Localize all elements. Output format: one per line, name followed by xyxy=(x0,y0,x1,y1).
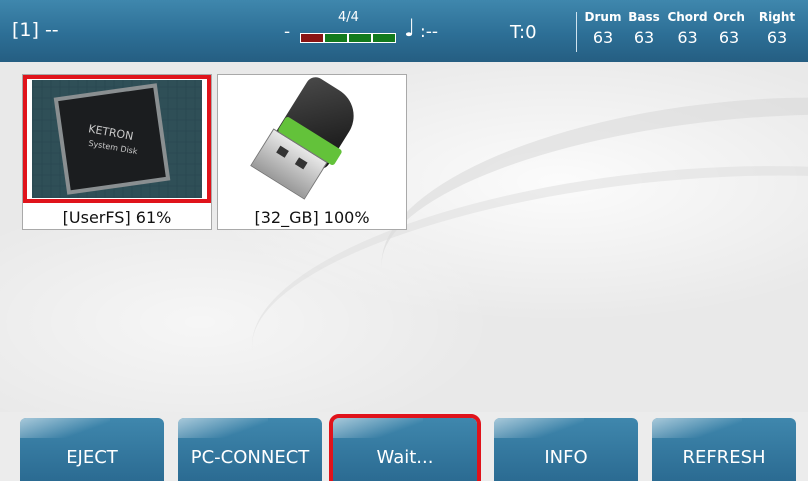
channel-name: Right xyxy=(758,10,796,24)
button-label: PC-CONNECT xyxy=(190,447,310,468)
eject-button[interactable]: EJECT xyxy=(20,418,164,481)
channel-right: Right 63 xyxy=(748,10,806,47)
beat-1 xyxy=(301,34,323,42)
channel-value: 63 xyxy=(766,28,788,47)
button-label: INFO xyxy=(544,447,588,468)
slot-label: [1] -- xyxy=(12,19,59,41)
usb-drive-icon xyxy=(227,75,397,200)
button-label: Wait... xyxy=(376,447,434,468)
channel-drum: Drum 63 xyxy=(583,10,623,47)
drive-tile-32gb[interactable]: [32_GB] 100% xyxy=(217,74,407,230)
drive-tile-userfs[interactable]: KETRON System Disk [UserFS] 61% xyxy=(22,74,212,230)
channel-orch: Orch 63 xyxy=(710,10,748,47)
channel-name: Bass xyxy=(628,10,660,24)
channel-name: Orch xyxy=(713,10,745,24)
channel-value: 63 xyxy=(592,28,614,47)
button-label: EJECT xyxy=(66,447,118,468)
channel-value: 63 xyxy=(677,28,698,47)
dash-indicator: - xyxy=(284,22,291,42)
time-signature: 4/4 xyxy=(338,10,359,25)
button-label: REFRESH xyxy=(682,447,766,468)
channel-volumes: Drum 63 Bass 63 Chord 63 Orch 63 Right 6… xyxy=(583,10,806,47)
channel-chord: Chord 63 xyxy=(665,10,710,47)
chip-icon: KETRON System Disk xyxy=(58,87,166,191)
channel-bass: Bass 63 xyxy=(623,10,665,47)
beat-2 xyxy=(325,34,347,42)
tempo-value: :-- xyxy=(420,22,438,42)
system-disk-chip-image: KETRON System Disk xyxy=(23,75,211,203)
channel-name: Chord xyxy=(667,10,708,24)
circuit-board-image: KETRON System Disk xyxy=(32,80,202,198)
drive-label: [32_GB] 100% xyxy=(254,208,370,227)
usb-flash-drive-image xyxy=(218,75,406,203)
beat-3 xyxy=(349,34,371,42)
info-button[interactable]: INFO xyxy=(494,418,638,481)
beat-4 xyxy=(373,34,395,42)
quarter-note-icon: ♩ xyxy=(404,14,416,42)
channel-name: Drum xyxy=(584,10,622,24)
pc-connect-button[interactable]: PC-CONNECT xyxy=(178,418,322,481)
channel-value: 63 xyxy=(633,28,655,47)
drive-label: [UserFS] 61% xyxy=(62,208,172,227)
button-bar: EJECT PC-CONNECT Wait... INFO REFRESH xyxy=(0,412,808,481)
status-bar: [1] -- - 4/4 ♩ :-- T:0 Drum 63 Bass 63 C… xyxy=(0,0,808,62)
refresh-button[interactable]: REFRESH xyxy=(652,418,796,481)
wait-button[interactable]: Wait... xyxy=(329,414,481,481)
transpose-value: T:0 xyxy=(510,22,537,43)
beat-indicator xyxy=(300,33,396,43)
separator xyxy=(576,12,577,52)
drive-browser: KETRON System Disk [UserFS] 61% [32_GB] … xyxy=(0,62,808,412)
channel-value: 63 xyxy=(718,28,740,47)
